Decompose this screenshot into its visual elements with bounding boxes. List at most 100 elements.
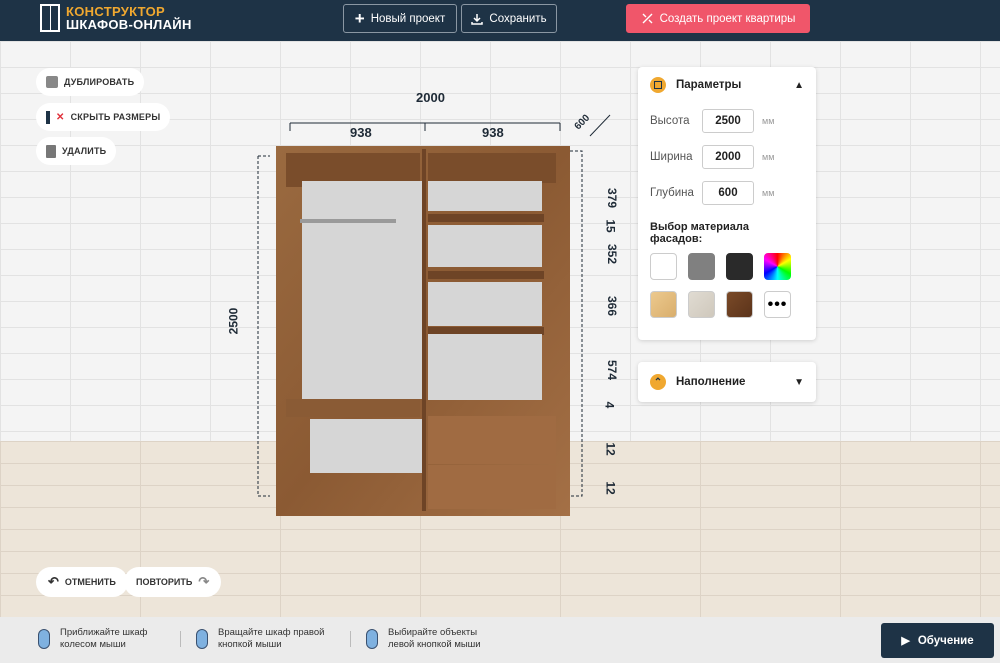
right-section-width-label: 938	[482, 125, 504, 140]
ruler-icon	[46, 110, 50, 124]
parameters-panel: Параметры ▲ Высота мм Ширина мм Глубина …	[638, 67, 816, 340]
right-dim-4: 366	[605, 295, 620, 317]
right-dim-7: 12	[603, 442, 618, 456]
hint-rotate-line1: Вращайте шкаф правой	[218, 627, 325, 638]
left-section-back	[302, 181, 424, 399]
height-dimension-line	[257, 155, 270, 497]
width-row: Ширина мм	[638, 139, 816, 175]
app-header: КОНСТРУКТОР ШКАФОВ-ОНЛАЙН + Новый проект…	[0, 0, 1000, 41]
hint-select-line2: левой кнопкой мыши	[388, 639, 481, 650]
more-materials-button[interactable]: •••	[764, 291, 791, 318]
right-dim-8: 12	[603, 481, 618, 495]
depth-row: Глубина мм	[638, 175, 816, 211]
swatch-gray[interactable]	[688, 253, 715, 280]
hide-sizes-button[interactable]: ✕ СКРЫТЬ РАЗМЕРЫ	[36, 103, 171, 131]
filling-panel[interactable]: ⌃ Наполнение ▼	[638, 362, 816, 402]
right-cell-2	[428, 225, 542, 267]
logo-line2: ШКАФОВ-ОНЛАЙН	[66, 17, 192, 32]
wardrobe-model[interactable]	[250, 101, 630, 521]
height-field-label: Высота	[650, 115, 690, 127]
save-label: Сохранить	[489, 12, 547, 25]
wardrobe-logo-icon	[40, 4, 60, 32]
shelf-1	[428, 214, 544, 222]
hanger-icon: ⌃	[650, 374, 666, 390]
swatch-walnut[interactable]	[726, 291, 753, 318]
hide-sizes-label: СКРЫТЬ РАЗМЕРЫ	[70, 112, 161, 122]
right-cell-3	[428, 282, 542, 326]
create-apartment-label: Создать проект квартиры	[659, 12, 796, 25]
swatch-light-gray-wood[interactable]	[688, 291, 715, 318]
depth-field-label: Глубина	[650, 187, 694, 199]
footer-hints: Приближайте шкаф колесом мыши Вращайте шк…	[0, 617, 1000, 663]
delete-label: УДАЛИТЬ	[62, 146, 107, 156]
right-cell-1	[428, 181, 542, 211]
lower-shelf-left	[286, 399, 420, 417]
materials-title: Выбор материала фасадов:	[650, 221, 749, 245]
learning-button[interactable]: ▶ Обучение	[881, 623, 994, 658]
download-icon	[471, 13, 484, 25]
left-section-width-label: 938	[350, 125, 372, 140]
right-dimension-line	[570, 150, 583, 497]
material-swatches: •••	[638, 253, 816, 340]
hint-rotate: Вращайте шкаф правой кнопкой мыши	[196, 627, 324, 651]
undo-icon: ↶	[48, 574, 59, 589]
trash-icon	[46, 144, 56, 158]
new-project-label: Новый проект	[370, 12, 446, 25]
right-cell-4	[428, 334, 542, 400]
undo-button[interactable]: ↶ ОТМЕНИТЬ	[36, 567, 128, 597]
right-dim-2: 15	[603, 219, 618, 233]
height-input[interactable]	[702, 109, 754, 133]
undo-label: ОТМЕНИТЬ	[64, 577, 116, 587]
total-width-label: 2000	[416, 90, 445, 105]
hint-rotate-line2: кнопкой мыши	[218, 639, 282, 650]
right-dim-1: 379	[605, 187, 620, 209]
play-icon: ▶	[901, 635, 910, 647]
duplicate-button[interactable]: ДУБЛИРОВАТЬ	[36, 68, 145, 96]
hint-zoom: Приближайте шкаф колесом мыши	[38, 627, 147, 651]
learning-label: Обучение	[917, 634, 974, 647]
hint-select-line1: Выбирайте объекты	[388, 627, 478, 638]
divider	[350, 631, 351, 647]
duplicate-icon	[46, 76, 58, 88]
redo-button[interactable]: ПОВТОРИТЬ ↷	[124, 567, 222, 597]
right-dim-6: 4	[602, 401, 617, 409]
divider	[180, 631, 181, 647]
ruler-pencil-icon	[642, 13, 653, 24]
save-button[interactable]: Сохранить	[461, 4, 557, 33]
mouse-left-button-icon	[366, 629, 378, 649]
swatch-black[interactable]	[726, 253, 753, 280]
swatch-white[interactable]	[650, 253, 677, 280]
height-label: 2500	[226, 307, 241, 335]
parameters-header[interactable]: Параметры ▲	[638, 67, 816, 103]
drawer-2[interactable]	[428, 465, 556, 509]
top-shelf-right	[428, 153, 556, 183]
hint-zoom-line1: Приближайте шкаф	[60, 627, 148, 638]
width-input[interactable]	[702, 145, 754, 169]
chevron-down-icon[interactable]: ▼	[794, 377, 804, 388]
create-apartment-button[interactable]: Создать проект квартиры	[626, 4, 810, 33]
filling-title: Наполнение	[676, 376, 746, 388]
width-field-label: Ширина	[650, 151, 693, 163]
mouse-wheel-icon	[38, 629, 50, 649]
chevron-up-icon[interactable]: ▲	[794, 80, 804, 91]
3d-scene[interactable]: ДУБЛИРОВАТЬ ✕ СКРЫТЬ РАЗМЕРЫ УДАЛИТЬ 200…	[0, 41, 1000, 617]
shelf-2	[428, 271, 544, 279]
parameters-title: Параметры	[676, 79, 742, 91]
delete-button[interactable]: УДАЛИТЬ	[36, 137, 117, 165]
right-dim-3: 352	[605, 243, 620, 265]
hanging-rail	[300, 219, 396, 223]
depth-input[interactable]	[702, 181, 754, 205]
swatch-custom-color[interactable]	[764, 253, 791, 280]
logo[interactable]: КОНСТРУКТОР ШКАФОВ-ОНЛАЙН	[40, 4, 192, 32]
shelf-3	[428, 327, 544, 335]
hint-select: Выбирайте объекты левой кнопкой мыши	[366, 627, 481, 651]
hint-zoom-line2: колесом мыши	[60, 639, 126, 650]
left-bottom-cell	[310, 419, 422, 473]
depth-dimension-line	[589, 114, 611, 137]
new-project-button[interactable]: + Новый проект	[343, 4, 457, 33]
drawer-1[interactable]	[428, 416, 556, 464]
duplicate-label: ДУБЛИРОВАТЬ	[64, 77, 135, 87]
depth-unit: мм	[762, 188, 775, 198]
right-dim-5: 574	[605, 359, 620, 381]
swatch-light-oak[interactable]	[650, 291, 677, 318]
